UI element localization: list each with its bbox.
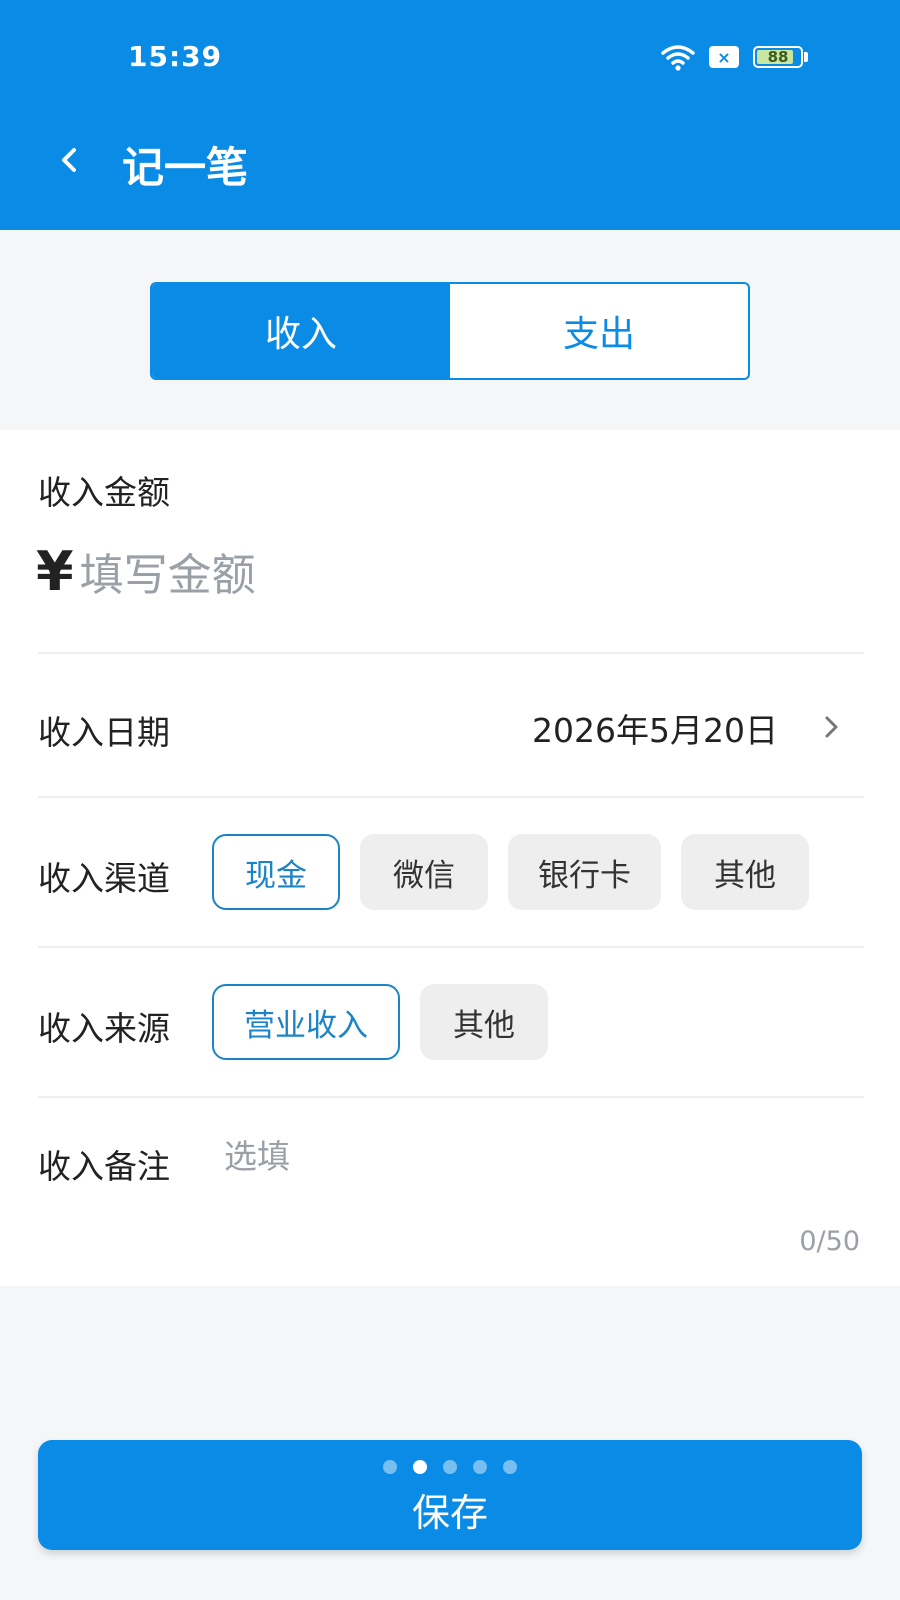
divider xyxy=(38,1096,864,1098)
source-options: 营业收入 其他 xyxy=(212,984,548,1060)
divider xyxy=(38,946,864,948)
date-label: 收入日期 xyxy=(38,713,170,752)
channel-option-cash[interactable]: 现金 xyxy=(212,834,340,910)
note-char-counter: 0/50 xyxy=(799,1226,860,1257)
channel-label: 收入渠道 xyxy=(38,859,170,898)
source-option-business[interactable]: 营业收入 xyxy=(212,984,400,1060)
pager-dot xyxy=(503,1460,517,1474)
battery-percent: 88 xyxy=(767,48,789,66)
source-label: 收入来源 xyxy=(38,1009,170,1048)
tab-income[interactable]: 收入 xyxy=(152,284,450,378)
amount-label: 收入金额 xyxy=(38,473,170,512)
status-icons: × 88 xyxy=(661,42,808,72)
pager-dot xyxy=(413,1460,427,1474)
save-button-label: 保存 xyxy=(411,1490,488,1535)
pager-dot xyxy=(443,1460,457,1474)
app-header: 15:39 × 88 记一笔 xyxy=(0,0,900,230)
back-chevron-icon[interactable] xyxy=(54,140,84,180)
status-time: 15:39 xyxy=(128,40,223,73)
source-option-other[interactable]: 其他 xyxy=(420,984,548,1060)
amount-row: ¥ xyxy=(36,540,582,603)
pager-dot xyxy=(473,1460,487,1474)
note-input[interactable] xyxy=(222,1136,826,1177)
income-form-card: 收入金额 ¥ 收入日期 2026年5月20日 收入渠道 现金 微信 银行卡 其他… xyxy=(0,430,900,1286)
battery-tip xyxy=(804,52,808,62)
no-sim-icon: × xyxy=(709,46,739,68)
battery-icon: 88 xyxy=(753,46,803,68)
pager-dot xyxy=(383,1460,397,1474)
note-label: 收入备注 xyxy=(38,1147,170,1186)
divider xyxy=(38,796,864,798)
channel-option-bank-card[interactable]: 银行卡 xyxy=(508,834,661,910)
channel-option-other[interactable]: 其他 xyxy=(681,834,809,910)
chevron-right-icon[interactable] xyxy=(822,710,842,744)
save-button[interactable]: 保存 xyxy=(38,1440,862,1550)
wifi-icon xyxy=(661,45,695,71)
channel-options: 现金 微信 银行卡 其他 xyxy=(212,834,809,910)
currency-symbol: ¥ xyxy=(36,540,74,603)
amount-input[interactable] xyxy=(77,549,582,602)
page-title: 记一笔 xyxy=(122,143,249,192)
date-value[interactable]: 2026年5月20日 xyxy=(532,704,778,752)
pager-dots xyxy=(38,1460,862,1474)
tab-expense[interactable]: 支出 xyxy=(450,284,748,378)
divider xyxy=(38,652,864,654)
channel-option-wechat[interactable]: 微信 xyxy=(360,834,488,910)
income-expense-tabs: 收入 支出 xyxy=(150,282,750,380)
